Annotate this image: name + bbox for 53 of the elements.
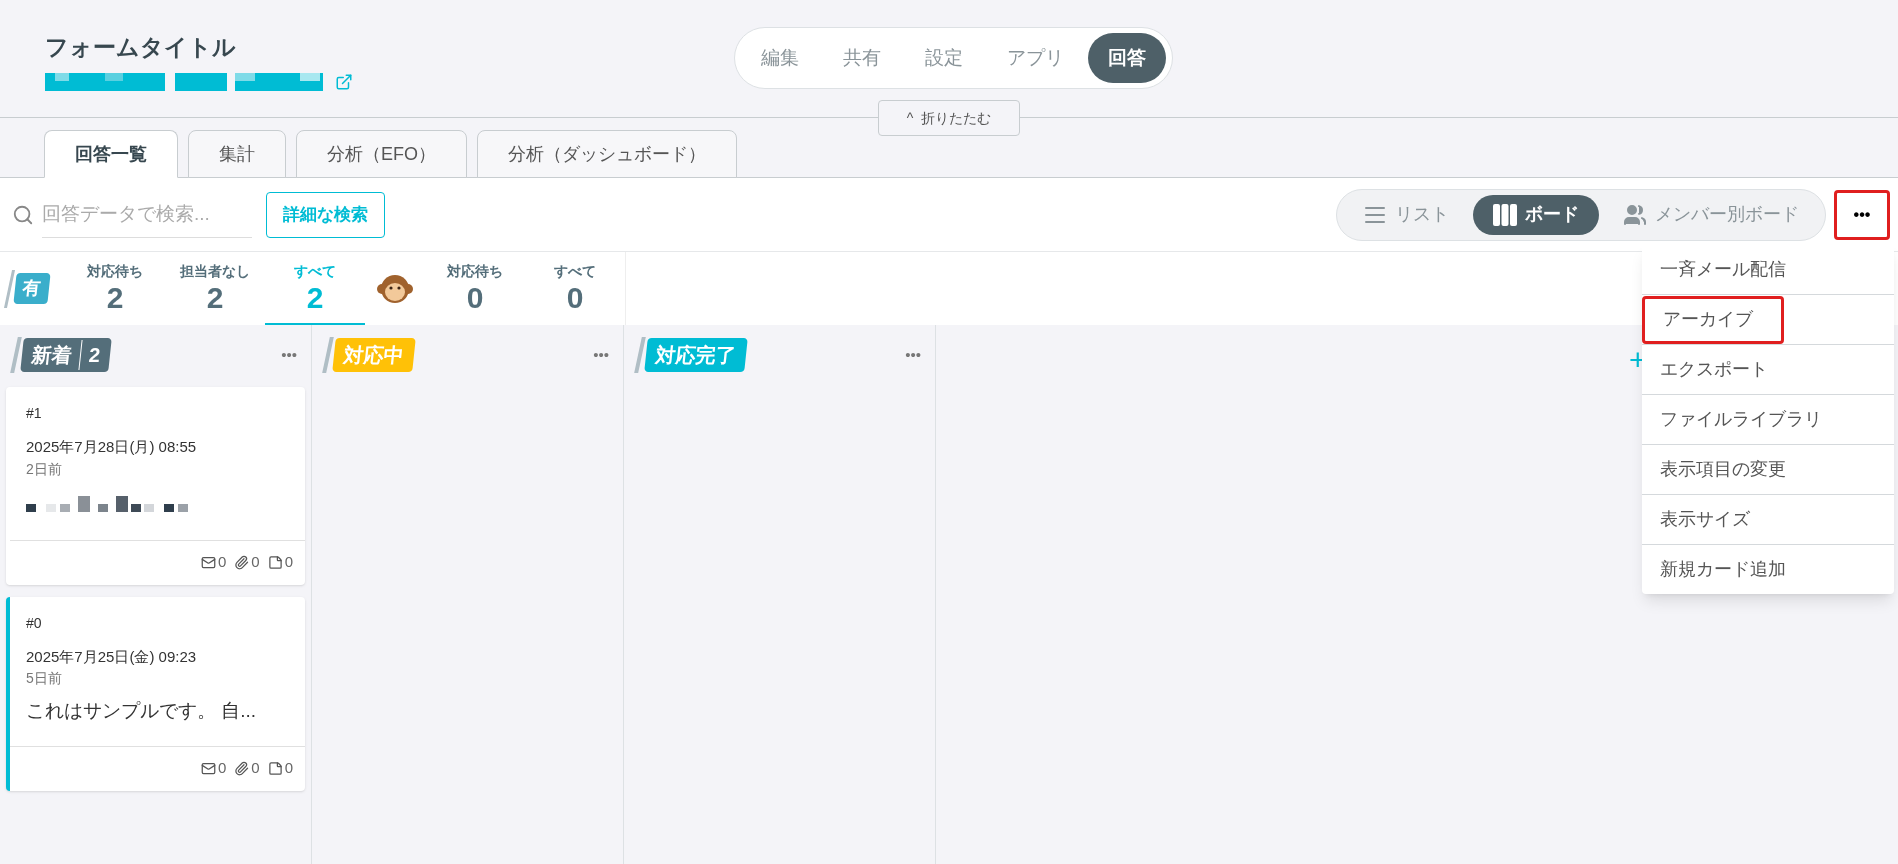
stat-filter[interactable]: 担当者なし 2 xyxy=(165,252,265,325)
form-title: フォームタイトル xyxy=(45,33,236,62)
menu-item[interactable]: 一斉メール配信 xyxy=(1642,245,1894,293)
menu-item[interactable]: ファイルライブラリ xyxy=(1642,395,1894,444)
card-number: #0 xyxy=(26,613,42,633)
page-tab[interactable]: 分析（EFO） xyxy=(296,130,467,178)
users-icon xyxy=(1623,202,1647,227)
column-label: 対応中 xyxy=(332,338,416,372)
columns-icon xyxy=(1493,203,1517,226)
page-tab[interactable]: 集計 xyxy=(188,130,286,178)
note-icon xyxy=(267,761,283,776)
count-label: 0 xyxy=(284,758,293,779)
collapse-button[interactable]: ^ 折りたたむ xyxy=(878,100,1020,136)
column-menu-button[interactable]: ••• xyxy=(281,343,297,367)
stat-filter[interactable]: 対応待ち 2 xyxy=(65,252,165,325)
card-age: 5日前 xyxy=(26,669,62,688)
card-date: 2025年7月28日(月) 08:55 xyxy=(26,437,197,457)
column-menu-button[interactable]: ••• xyxy=(905,343,921,367)
card-preview: これはサンプルです。 自... xyxy=(26,699,257,723)
response-card[interactable]: #1 2025年7月28日(月) 08:55 2日前 0 0 0 xyxy=(6,387,305,585)
menu-item[interactable]: 表示サイズ xyxy=(1642,495,1894,544)
mail-icon xyxy=(200,761,216,776)
search-field[interactable]: 回答データで検索... xyxy=(42,191,252,238)
monkey-icon xyxy=(377,273,413,304)
stat-filter[interactable]: 対応待ち 0 xyxy=(425,252,525,325)
menu-item[interactable]: 表示項目の変更 xyxy=(1642,445,1894,494)
paperclip-icon xyxy=(234,555,250,570)
column-label: 対応完了 xyxy=(644,338,748,372)
external-link-icon[interactable] xyxy=(335,72,353,91)
count-label: 0 xyxy=(251,552,260,573)
page-tab[interactable]: 分析（ダッシュボード） xyxy=(477,130,737,178)
count-label: 0 xyxy=(251,758,260,779)
page-tab[interactable]: 回答一覧 xyxy=(44,130,178,178)
column-label: 新着 2 xyxy=(20,338,112,372)
card-age: 2日前 xyxy=(26,459,62,479)
view-toggle[interactable]: ボード xyxy=(1473,194,1599,235)
more-button[interactable]: ••• xyxy=(1834,189,1890,240)
count-label: 0 xyxy=(284,552,293,573)
menu-item[interactable]: 新規カード追加 xyxy=(1642,545,1894,594)
column-menu-button[interactable]: ••• xyxy=(593,343,609,367)
stat-filter[interactable]: すべて 0 xyxy=(525,252,625,325)
count-label: 0 xyxy=(217,552,227,573)
card-date: 2025年7月25日(金) 09:23 xyxy=(26,646,197,667)
nav-tab[interactable]: 回答 xyxy=(1088,33,1166,83)
paperclip-icon xyxy=(234,761,250,776)
count-label: 0 xyxy=(217,758,227,779)
card-number: #1 xyxy=(26,404,42,423)
status-badge: 有 xyxy=(13,273,51,304)
note-icon xyxy=(267,555,283,570)
menu-item[interactable]: アーカイブ xyxy=(1642,295,1784,344)
menu-item[interactable]: エクスポート xyxy=(1642,345,1894,394)
response-card[interactable]: #0 2025年7月25日(金) 09:23 5日前 これはサンプルです。 自... 0 0 0 xyxy=(6,596,305,791)
mail-icon xyxy=(200,555,216,570)
